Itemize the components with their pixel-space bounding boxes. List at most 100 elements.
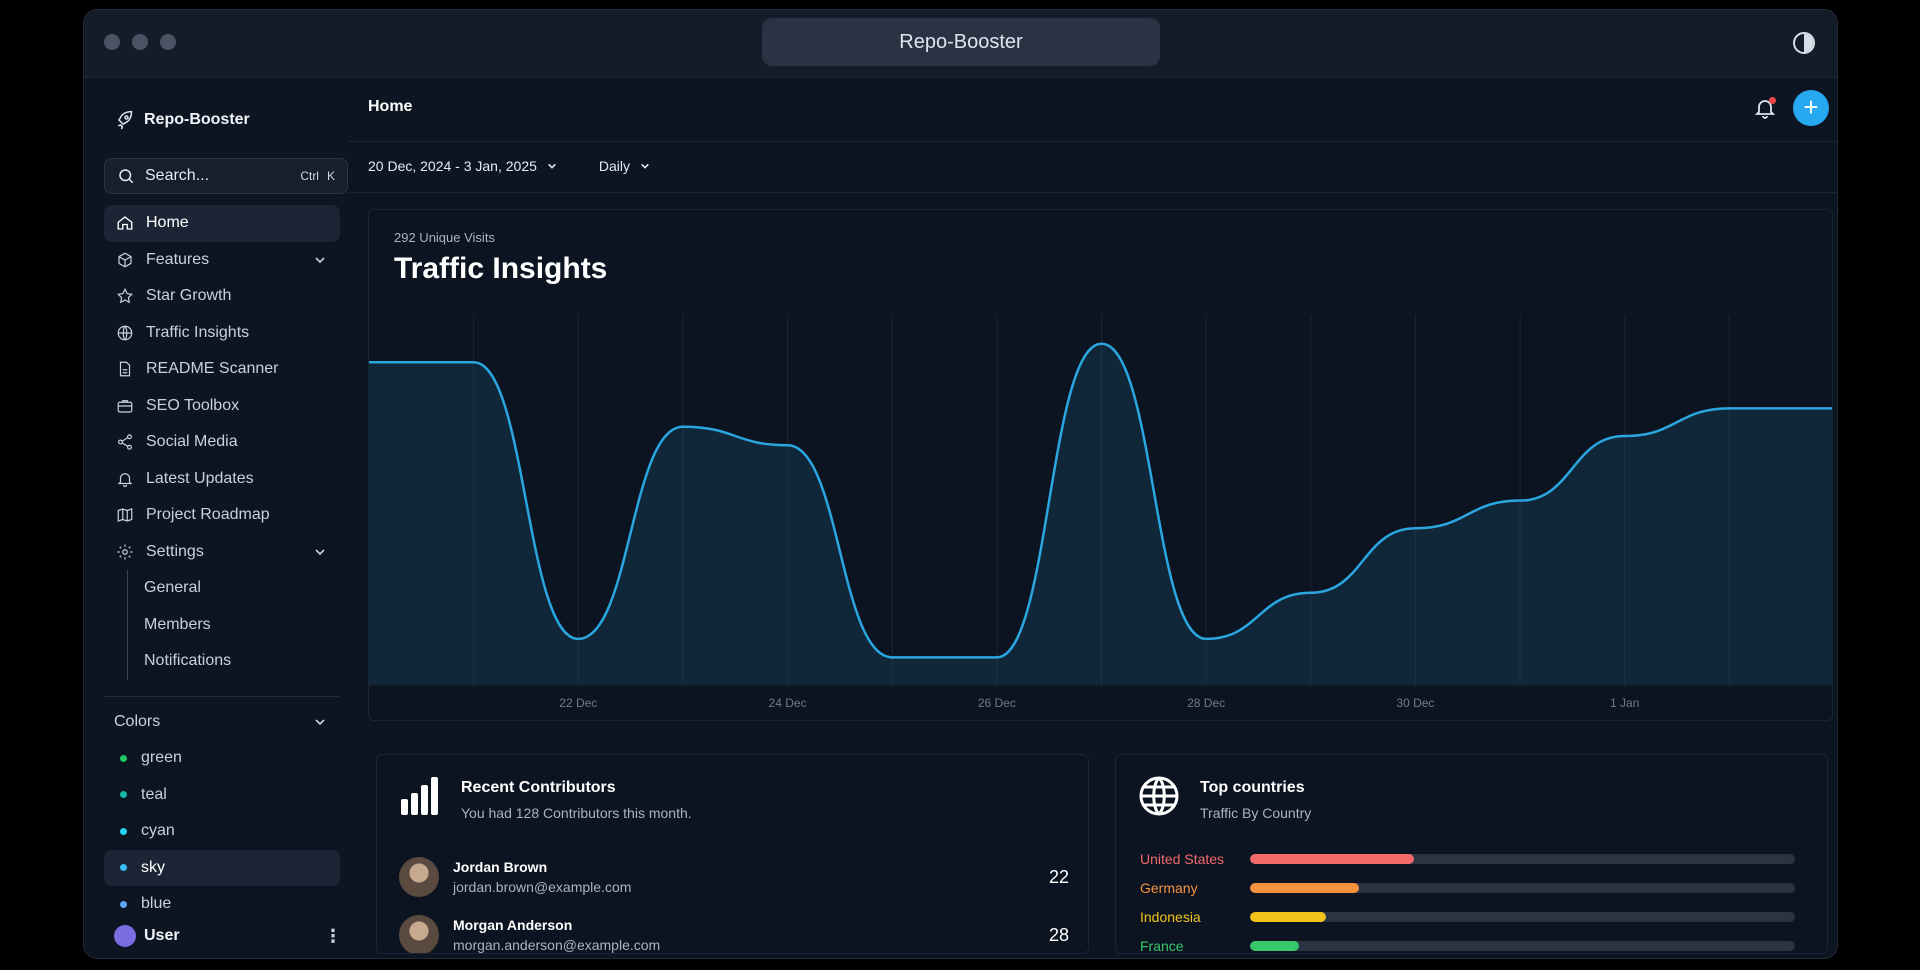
country-bar-fill (1250, 883, 1359, 893)
card-title: Top countries (1200, 779, 1305, 796)
country-bar-fill (1250, 912, 1327, 922)
chart-point[interactable] (1517, 498, 1523, 504)
sidebar: Repo-Booster Search... Ctrl K Home Featu… (84, 78, 348, 958)
country-row: Germany (1140, 876, 1815, 900)
divider (348, 192, 1837, 193)
color-item-green[interactable]: green (104, 740, 340, 777)
notification-button[interactable] (1753, 96, 1777, 120)
contributor-row[interactable]: Morgan Anderson morgan.anderson@example.… (399, 910, 1069, 953)
brand-name: Repo-Booster (144, 111, 250, 128)
minimize-window-button[interactable] (132, 34, 148, 50)
chart-point[interactable] (1622, 433, 1628, 439)
chevron-down-icon[interactable] (314, 254, 326, 266)
globe-icon (1139, 776, 1179, 816)
sidebar-divider (104, 696, 340, 697)
sidebar-item-readme-scanner[interactable]: README Scanner (104, 351, 340, 388)
color-item-cyan[interactable]: cyan (104, 813, 340, 850)
contributor-name: Morgan Anderson (453, 917, 573, 933)
add-button[interactable]: + (1793, 90, 1829, 126)
sidebar-item-home[interactable]: Home (104, 205, 340, 242)
app-window: Repo-Booster Repo-Booster Search... Ctrl… (83, 9, 1838, 959)
country-name: Germany (1140, 880, 1198, 896)
granularity-select[interactable]: Daily (599, 158, 650, 174)
sidebar-item-label: SEO Toolbox (146, 396, 240, 414)
search-icon (119, 169, 134, 184)
sidebar-item-project-roadmap[interactable]: Project Roadmap (104, 497, 340, 534)
country-name: France (1140, 938, 1184, 954)
chart-point[interactable] (680, 424, 686, 430)
brand[interactable]: Repo-Booster (114, 110, 250, 130)
sidebar-subitem-label: Notifications (144, 652, 232, 670)
country-row: United States (1140, 847, 1815, 871)
sidebar-item-social-media[interactable]: Social Media (104, 424, 340, 461)
chevron-down-icon[interactable] (314, 546, 326, 558)
color-item-sky[interactable]: sky (104, 849, 340, 886)
share-icon (118, 434, 132, 450)
country-bar-track (1250, 883, 1795, 893)
close-window-button[interactable] (104, 34, 120, 50)
sidebar-item-features[interactable]: Features (104, 242, 340, 279)
filters-bar: 20 Dec, 2024 - 3 Jan, 2025 Daily (368, 158, 650, 174)
sidebar-item-traffic-insights[interactable]: Traffic Insights (104, 315, 340, 352)
search-shortcut: Ctrl K (300, 169, 335, 183)
bar-chart-icon (401, 777, 438, 815)
sidebar-item-label: Latest Updates (146, 469, 254, 487)
color-dot-icon (120, 864, 127, 872)
sidebar-item-label: Features (146, 250, 210, 268)
color-dot-icon (120, 900, 127, 908)
card-subtitle: You had 128 Contributors this month. (461, 805, 692, 821)
sidebar-item-label: README Scanner (146, 360, 279, 378)
sidebar-item-seo-toolbox[interactable]: SEO Toolbox (104, 388, 340, 425)
more-vertical-icon[interactable]: ⋮ (324, 926, 342, 947)
gear-icon (117, 544, 133, 560)
top-countries-card: Top countries Traffic By Country United … (1115, 754, 1828, 954)
chart-point[interactable] (471, 359, 477, 365)
chart-point[interactable] (889, 654, 895, 660)
sidebar-item-star-growth[interactable]: Star Growth (104, 278, 340, 315)
sidebar-item-label: Settings (146, 542, 204, 560)
contributor-count: 22 (1048, 866, 1069, 887)
sidebar-item-label: Social Media (146, 433, 238, 451)
contributor-email: morgan.anderson@example.com (453, 937, 661, 953)
window-title: Repo-Booster (762, 18, 1160, 66)
maximize-window-button[interactable] (160, 34, 176, 50)
chart-point[interactable] (785, 442, 791, 448)
chart-area (369, 343, 1832, 685)
top-bar: Home + (348, 78, 1837, 142)
box-icon (118, 252, 132, 268)
sidebar-item-latest-updates[interactable]: Latest Updates (104, 461, 340, 498)
chart-point[interactable] (994, 654, 1000, 660)
x-tick-label: 26 Dec (978, 696, 1016, 710)
country-bar-track (1250, 912, 1795, 922)
chart-point[interactable] (575, 636, 581, 642)
country-bar-track (1250, 941, 1795, 951)
color-item-teal[interactable]: teal (104, 777, 340, 814)
x-tick-label: 30 Dec (1396, 696, 1434, 710)
file-icon (119, 361, 131, 377)
country-bar-track (1250, 854, 1795, 864)
date-range-select[interactable]: 20 Dec, 2024 - 3 Jan, 2025 (368, 158, 557, 174)
sidebar-subitem-members[interactable]: Members (104, 606, 340, 644)
user-menu[interactable]: User ⋮ (114, 920, 342, 952)
contributor-info: Morgan Anderson morgan.anderson@example.… (453, 917, 660, 953)
sidebar-item-settings[interactable]: Settings (104, 534, 340, 571)
color-dot-icon (120, 754, 127, 762)
chart-point[interactable] (1308, 590, 1314, 596)
color-label: cyan (141, 822, 175, 840)
contributor-row[interactable]: Jordan Brown jordan.brown@example.com 22 (399, 852, 1069, 902)
chart-point[interactable] (1099, 341, 1105, 347)
sidebar-subitem-general[interactable]: General (104, 570, 340, 607)
country-name: United States (1140, 851, 1225, 867)
chart-point[interactable] (1726, 405, 1732, 411)
colors-section-toggle[interactable]: Colors (104, 704, 340, 740)
sidebar-subitem-notifications[interactable]: Notifications (104, 643, 340, 680)
avatar (114, 925, 136, 947)
granularity-value: Daily (598, 158, 631, 174)
color-item-blue[interactable]: blue (104, 886, 340, 923)
chart-point[interactable] (1203, 636, 1209, 642)
traffic-chart[interactable]: 22 Dec 24 Dec 26 Dec 28 Dec 30 Dec 1 Jan (369, 210, 1833, 721)
search-input[interactable]: Search... Ctrl K (104, 158, 348, 194)
chart-point[interactable] (1412, 525, 1418, 531)
page-title: Home (368, 98, 413, 115)
theme-toggle-icon[interactable] (1793, 32, 1815, 54)
